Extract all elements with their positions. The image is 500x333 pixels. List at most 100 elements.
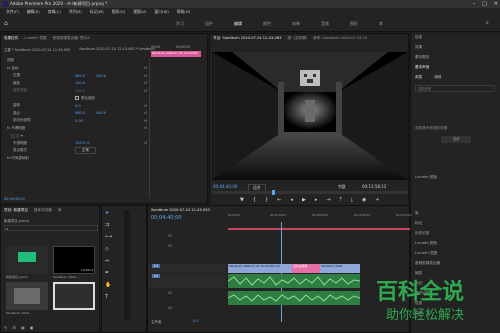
- panel-lumetri-color[interactable]: Lumetri 颜色: [415, 175, 437, 180]
- tab-media-browser[interactable]: 媒体浏览器: [34, 208, 52, 213]
- close-icon[interactable]: ✕: [494, 1, 498, 7]
- step-back-icon[interactable]: ◂: [290, 197, 293, 203]
- workspace-audio[interactable]: 音频: [321, 21, 329, 27]
- workspace-assembly[interactable]: 组件: [205, 21, 213, 27]
- mark-out-icon[interactable]: }: [265, 197, 268, 203]
- timeline-clip-audio-a2[interactable]: [227, 291, 361, 305]
- tab-audio-mixer[interactable]: 音频剪辑混合器: 镜头A: [53, 36, 90, 41]
- search-icon[interactable]: ⌕: [486, 20, 489, 26]
- anchor-x-value[interactable]: 960.0: [75, 111, 85, 115]
- timeline-clip-audio-a1[interactable]: [227, 274, 361, 288]
- monitor-scrubber[interactable]: [212, 190, 408, 195]
- icon-view-icon[interactable]: ▦: [21, 325, 25, 330]
- anchor-y-value[interactable]: 540.0: [96, 111, 106, 115]
- reset-icon[interactable]: ↺: [144, 74, 147, 78]
- playhead-marker[interactable]: [272, 190, 275, 195]
- export-frame-icon[interactable]: ◉: [362, 197, 366, 203]
- workspace-graphics[interactable]: 图形: [350, 21, 358, 27]
- type-tool-icon[interactable]: T: [105, 294, 112, 300]
- new-item-icon[interactable]: ▣: [30, 325, 34, 330]
- timeline-title[interactable]: Sandbum 2020-07-24 12-43-063: [151, 208, 210, 212]
- tab-source[interactable]: 源: (无剪辑): [287, 36, 307, 41]
- panel-essential-sound[interactable]: 基本声音: [415, 65, 429, 70]
- reset-icon[interactable]: ↺: [144, 141, 147, 145]
- tab-project[interactable]: 项目: 新建项目: [4, 208, 28, 213]
- menu-graphics[interactable]: 图形(G): [112, 9, 126, 15]
- timeline-clip-selected[interactable]: 设为主题嵌: [292, 264, 320, 273]
- auto-badge[interactable]: 自动: [441, 136, 471, 143]
- work-area-bar[interactable]: [228, 228, 410, 230]
- menu-window[interactable]: 窗口(W): [154, 9, 168, 15]
- ec-clip-chip[interactable]: Sandbum 2020-07-24 12-43-063: [151, 51, 201, 57]
- reset-icon[interactable]: ↺: [144, 81, 147, 85]
- panel-history[interactable]: 历史记录: [415, 231, 429, 236]
- menu-clip[interactable]: 剪辑(C): [48, 9, 61, 15]
- tab-browse[interactable]: 浏览: [415, 75, 422, 80]
- panel-effects[interactable]: 效果: [415, 45, 422, 50]
- panel-lumetri-scopes[interactable]: Lumetri 范围: [415, 251, 437, 256]
- reset-icon[interactable]: ↺: [144, 89, 147, 93]
- pencil-icon[interactable]: ✎: [4, 325, 7, 330]
- tab-libraries[interactable]: 库: [58, 208, 62, 213]
- monitor-timecode[interactable]: 00;04;40;00: [213, 184, 237, 189]
- panel-essential-graphics[interactable]: 基本图形: [415, 55, 429, 60]
- project-item-bin[interactable]: [6, 246, 48, 274]
- menu-sequence[interactable]: 序列(S): [69, 9, 82, 15]
- scale-value[interactable]: 100.0: [75, 81, 85, 85]
- rotation-value[interactable]: 0.0: [75, 104, 81, 108]
- list-view-icon[interactable]: ☰: [12, 325, 16, 330]
- reset-icon[interactable]: ↺: [144, 111, 147, 115]
- panel-library[interactable]: 库: [415, 211, 419, 216]
- preset-search-input[interactable]: 选择剪辑: [415, 85, 495, 92]
- hand-tool-icon[interactable]: ✋: [105, 282, 112, 288]
- position-x-value[interactable]: 960.0: [75, 74, 85, 78]
- pen-mask-icon[interactable]: ✒: [20, 134, 23, 138]
- position-y-value[interactable]: 540.0: [96, 74, 106, 78]
- video-preview[interactable]: [212, 52, 408, 180]
- reset-icon[interactable]: ↺: [144, 66, 147, 70]
- workspace-libraries[interactable]: 库: [379, 21, 383, 27]
- minimize-icon[interactable]: –: [473, 1, 476, 7]
- go-to-in-icon[interactable]: ⇤: [277, 197, 281, 203]
- ec-row-opacity-section[interactable]: fx 不透明度 ↺: [1, 125, 149, 133]
- panel-lumetri-color-2[interactable]: Lumetri 颜色: [415, 241, 437, 246]
- timeline-clip-video[interactable]: Sandbum 2020-07-24 12-43-063 [V]: [228, 264, 292, 273]
- maximize-icon[interactable]: □: [482, 1, 487, 7]
- menu-edit[interactable]: 编辑(E): [27, 9, 40, 15]
- reset-icon[interactable]: ↺: [144, 119, 147, 123]
- pen-tool-icon[interactable]: ✒: [105, 270, 112, 276]
- master-track-value[interactable]: 0.0: [193, 319, 198, 323]
- rect-mask-icon[interactable]: ▢: [16, 134, 19, 138]
- selection-tool-icon[interactable]: ➤: [105, 210, 112, 216]
- timeline-timecode[interactable]: 00;04;40;00: [151, 215, 182, 221]
- menu-marker[interactable]: 标记(M): [90, 9, 104, 15]
- timeline-ruler[interactable]: 00;00;00 00;04;00;00 00;08;00;00 00;12;0…: [228, 214, 412, 222]
- ec-row-motion[interactable]: fx 运动 ↺: [1, 65, 149, 73]
- tab-lumetri-scopes[interactable]: Lumetri 范围: [24, 36, 46, 41]
- menu-file[interactable]: 文件(F): [6, 9, 19, 15]
- quality-select[interactable]: 完整: [338, 184, 346, 190]
- workspace-learn[interactable]: 学习: [176, 21, 184, 27]
- play-icon[interactable]: ▶: [302, 197, 306, 203]
- uniform-scale-checkbox[interactable]: [75, 96, 79, 101]
- razor-tool-icon[interactable]: ◇: [105, 246, 112, 252]
- ellipse-mask-icon[interactable]: ◯: [11, 134, 15, 138]
- project-item-clip[interactable]: [6, 282, 48, 310]
- ec-row-time-remap[interactable]: fx 时间重映射: [1, 155, 149, 163]
- project-item-sequence[interactable]: [53, 282, 95, 310]
- flicker-value[interactable]: 0.00: [75, 119, 83, 123]
- workspace-effects[interactable]: 效果: [292, 21, 300, 27]
- menu-help[interactable]: 帮助(H): [177, 9, 190, 15]
- lift-icon[interactable]: ⤒: [340, 197, 342, 203]
- tab-reference[interactable]: 参考: Sandbum 2020-07-24 12: [313, 36, 367, 41]
- panel-audio-mixer[interactable]: 音频剪辑混合器: [415, 261, 440, 266]
- panel-markers[interactable]: 标记: [415, 221, 422, 226]
- step-forward-icon[interactable]: ▸: [315, 197, 318, 203]
- go-to-out-icon[interactable]: ⇥: [326, 197, 330, 203]
- timeline-clip-video[interactable]: Sandbum 2020: [320, 264, 360, 273]
- extract-icon[interactable]: ⤓: [351, 197, 353, 203]
- blend-mode-select[interactable]: 正常: [75, 147, 96, 155]
- tab-effect-controls[interactable]: 效果控件: [4, 36, 18, 41]
- project-search-input[interactable]: ⌕: [4, 225, 98, 231]
- tab-program[interactable]: 节目: Sandbum 2020-07-24 12-43-063: [213, 36, 281, 41]
